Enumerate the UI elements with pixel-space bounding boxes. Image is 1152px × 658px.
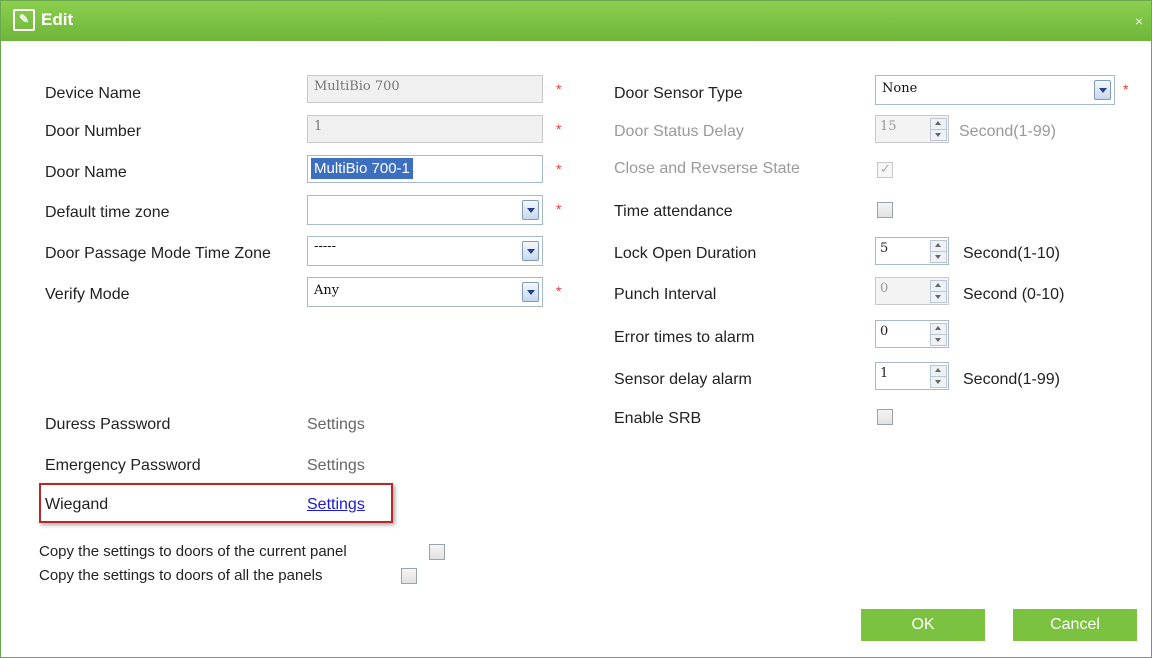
required-mark: * <box>556 81 562 97</box>
error-times-label: Error times to alarm <box>614 329 755 346</box>
required-mark: * <box>556 201 562 217</box>
status-delay-spinner[interactable]: 15 <box>875 115 949 143</box>
door-number-field[interactable]: 1 <box>307 115 543 143</box>
edit-icon: ✎ <box>13 9 35 31</box>
passage-mode-select[interactable]: ----- <box>307 236 543 266</box>
cancel-button[interactable]: Cancel <box>1013 609 1137 641</box>
sensor-type-value: None <box>882 81 918 96</box>
verify-mode-select[interactable]: Any <box>307 277 543 307</box>
status-delay-unit: Second(1-99) <box>959 123 1056 140</box>
status-delay-label: Door Status Delay <box>614 123 744 140</box>
close-reverse-checkbox[interactable] <box>877 161 893 178</box>
lock-open-label: Lock Open Duration <box>614 245 757 262</box>
door-name-label: Door Name <box>45 164 127 181</box>
spinner-arrows-icon[interactable] <box>930 323 947 346</box>
punch-interval-value: 0 <box>880 281 889 296</box>
chevron-down-icon[interactable] <box>522 200 539 220</box>
copy-current-label: Copy the settings to doors of the curren… <box>39 543 347 560</box>
door-number-label: Door Number <box>45 123 142 140</box>
emergency-settings-link[interactable]: Settings <box>307 457 365 475</box>
passage-mode-value: ----- <box>314 239 336 254</box>
close-button[interactable]: × <box>1135 13 1143 29</box>
required-mark: * <box>556 283 562 299</box>
device-name-field[interactable]: MultiBio 700 <box>307 75 543 103</box>
required-mark: * <box>1123 81 1129 97</box>
error-times-spinner[interactable]: 0 <box>875 320 949 348</box>
punch-interval-spinner[interactable]: 0 <box>875 277 949 305</box>
chevron-down-icon[interactable] <box>522 241 539 261</box>
emergency-password-label: Emergency Password <box>45 457 201 474</box>
sensor-type-select[interactable]: None <box>875 75 1115 105</box>
verify-mode-value: Any <box>314 283 340 298</box>
passage-mode-label: Door Passage Mode Time Zone <box>45 245 271 262</box>
time-attendance-checkbox[interactable] <box>877 202 893 218</box>
copy-all-label: Copy the settings to doors of all the pa… <box>39 567 323 584</box>
wiegand-highlight-box <box>39 483 393 523</box>
punch-interval-unit: Second (0-10) <box>963 286 1065 303</box>
sensor-delay-value: 1 <box>880 366 889 381</box>
required-mark: * <box>556 121 562 137</box>
punch-interval-label: Punch Interval <box>614 286 717 303</box>
close-reverse-label: Close and Revserse State <box>614 160 800 177</box>
chevron-down-icon[interactable] <box>1094 80 1111 100</box>
sensor-delay-spinner[interactable]: 1 <box>875 362 949 390</box>
copy-all-checkbox[interactable] <box>401 568 417 584</box>
sensor-type-label: Door Sensor Type <box>614 85 743 102</box>
door-name-field[interactable]: MultiBio 700-1 <box>307 155 543 183</box>
edit-dialog: ✎ Edit × Device Name MultiBio 700 * Door… <box>0 0 1152 658</box>
spinner-arrows-icon[interactable] <box>930 365 947 388</box>
ok-button[interactable]: OK <box>861 609 985 641</box>
duress-settings-link[interactable]: Settings <box>307 416 365 434</box>
status-delay-value: 15 <box>880 119 897 134</box>
duress-password-label: Duress Password <box>45 416 171 433</box>
enable-srb-label: Enable SRB <box>614 410 702 427</box>
sensor-delay-label: Sensor delay alarm <box>614 371 752 388</box>
chevron-down-icon[interactable] <box>522 282 539 302</box>
spinner-arrows-icon[interactable] <box>930 240 947 263</box>
title-bar[interactable]: ✎ Edit × <box>1 1 1151 41</box>
verify-mode-label: Verify Mode <box>45 286 130 303</box>
lock-open-spinner[interactable]: 5 <box>875 237 949 265</box>
time-attendance-label: Time attendance <box>614 203 733 220</box>
default-time-zone-label: Default time zone <box>45 204 170 221</box>
door-name-selected-text: MultiBio 700-1 <box>311 158 413 179</box>
sensor-delay-unit: Second(1-99) <box>963 371 1060 388</box>
copy-current-checkbox[interactable] <box>429 544 445 560</box>
default-time-zone-select[interactable] <box>307 195 543 225</box>
spinner-arrows-icon[interactable] <box>930 280 947 303</box>
spinner-arrows-icon[interactable] <box>930 118 947 141</box>
lock-open-value: 5 <box>880 241 889 256</box>
lock-open-unit: Second(1-10) <box>963 245 1060 262</box>
dialog-body: Device Name MultiBio 700 * Door Number 1… <box>11 41 1141 657</box>
dialog-title: Edit <box>41 10 74 29</box>
enable-srb-checkbox[interactable] <box>877 409 893 425</box>
device-name-label: Device Name <box>45 85 142 102</box>
required-mark: * <box>556 161 562 177</box>
error-times-value: 0 <box>880 324 889 339</box>
